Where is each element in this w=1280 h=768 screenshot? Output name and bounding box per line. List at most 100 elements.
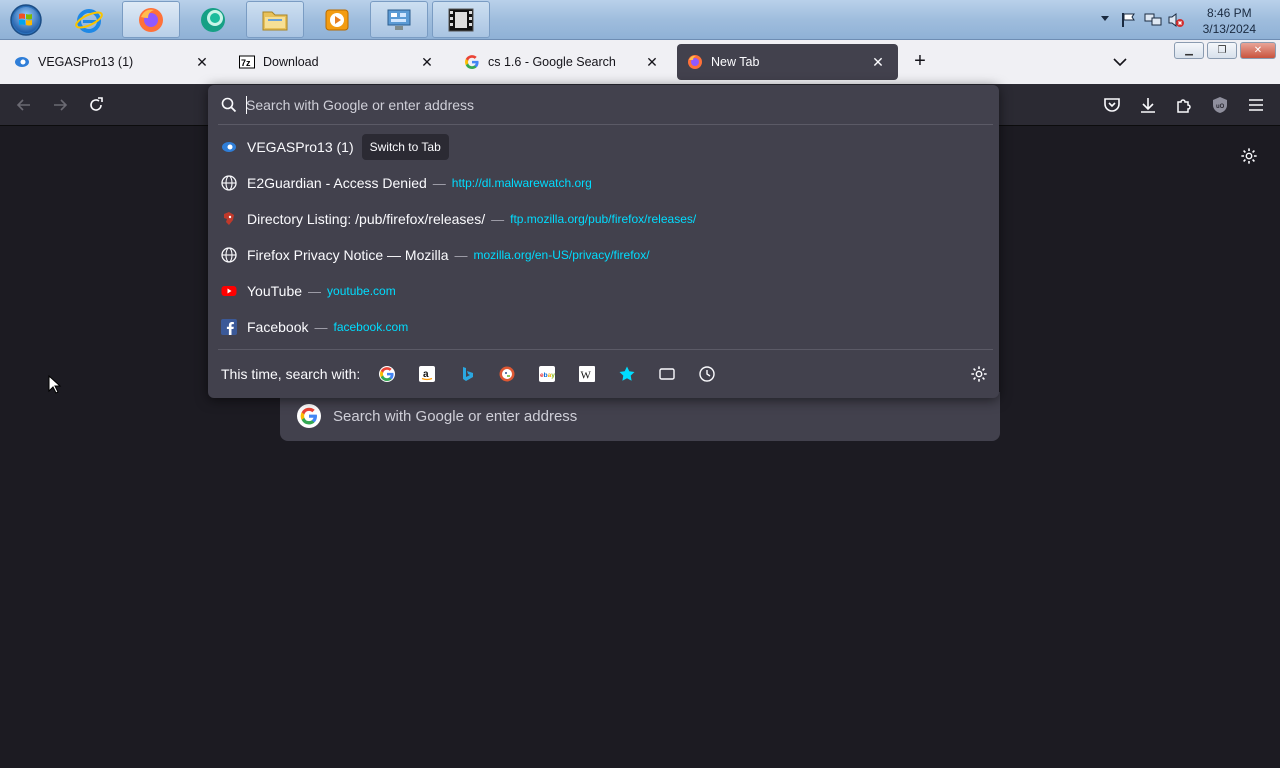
result-separator: — xyxy=(432,175,446,191)
tab-title: New Tab xyxy=(711,55,760,69)
tab-title: cs 1.6 - Google Search xyxy=(488,55,616,69)
tab-google-search[interactable]: cs 1.6 - Google Search ✕ xyxy=(454,44,672,80)
result-title: Directory Listing: /pub/firefox/releases… xyxy=(247,211,486,227)
result-title: YouTube xyxy=(247,283,303,299)
page-settings-gear-icon[interactable] xyxy=(1240,147,1258,165)
one-off-search-label: This time, search with: xyxy=(221,366,361,382)
search-settings-button[interactable] xyxy=(969,364,989,384)
forward-icon[interactable] xyxy=(50,95,70,115)
youtube-icon xyxy=(220,282,238,300)
tab-title: VEGASPro13 (1) xyxy=(38,55,134,69)
control-panel-icon xyxy=(387,9,411,30)
mozilla-icon xyxy=(220,210,238,228)
result-separator: — xyxy=(308,283,322,299)
result-separator: — xyxy=(314,319,328,335)
wikipedia-icon: W xyxy=(579,366,595,382)
downloads-icon[interactable] xyxy=(1138,95,1158,115)
taskbar-control-panel-button[interactable] xyxy=(370,1,428,38)
result-title: Firefox Privacy Notice — Mozilla xyxy=(247,247,449,263)
folder-icon xyxy=(262,11,288,30)
ublock-origin-icon[interactable]: uO xyxy=(1210,95,1230,115)
close-tab-icon[interactable]: ✕ xyxy=(192,54,212,71)
switch-to-tab-badge[interactable]: Switch to Tab xyxy=(361,134,449,160)
extensions-icon[interactable] xyxy=(1174,95,1194,115)
green-bubble-icon xyxy=(201,7,225,32)
taskbar-firefox-button[interactable] xyxy=(122,1,180,38)
result-row-directory-listing[interactable]: Directory Listing: /pub/firefox/releases… xyxy=(208,201,999,237)
engine-wikipedia-button[interactable]: W xyxy=(577,364,597,384)
film-strip-icon xyxy=(448,8,474,31)
result-row-e2guardian[interactable]: E2Guardian - Access Denied — http://dl.m… xyxy=(208,165,999,201)
taskbar-video-editor-button[interactable] xyxy=(432,1,490,38)
svg-text:7z: 7z xyxy=(241,58,251,68)
urlbar-dropdown: VEGASPro13 (1) Switch to Tab E2Guardian … xyxy=(208,85,999,398)
pocket-icon[interactable] xyxy=(1102,95,1122,115)
tab-title: Download xyxy=(263,55,319,69)
system-clock[interactable]: 8:46 PM 3/13/2024 xyxy=(1203,5,1256,37)
menu-hamburger-icon[interactable] xyxy=(1246,95,1266,115)
search-tabs-button[interactable] xyxy=(657,364,677,384)
engine-google-button[interactable] xyxy=(377,364,397,384)
engine-duckduckgo-button[interactable] xyxy=(497,364,517,384)
tab-download[interactable]: 7z Download ✕ xyxy=(229,44,447,80)
restore-button[interactable]: ❐ xyxy=(1207,42,1237,59)
amazon-icon: a xyxy=(419,366,435,382)
result-row-vegaspro13[interactable]: VEGASPro13 (1) Switch to Tab xyxy=(208,129,999,165)
taskbar-media-button[interactable] xyxy=(308,1,366,38)
result-row-privacy-notice[interactable]: Firefox Privacy Notice — Mozilla — mozil… xyxy=(208,237,999,273)
result-title: Facebook xyxy=(247,319,309,335)
divider xyxy=(218,349,993,350)
star-bookmark-icon xyxy=(619,366,635,381)
urlbar-input[interactable] xyxy=(246,95,976,115)
svg-text:W: W xyxy=(581,370,592,382)
close-tab-icon[interactable]: ✕ xyxy=(417,54,437,71)
engine-ebay-button[interactable]: ebay xyxy=(537,364,557,384)
back-icon[interactable] xyxy=(14,95,34,115)
close-window-button[interactable]: ✕ xyxy=(1240,42,1276,59)
vegas-icon xyxy=(220,138,238,156)
media-player-icon xyxy=(325,9,349,30)
urlbar xyxy=(208,85,999,125)
clock-date: 3/13/2024 xyxy=(1202,22,1256,36)
search-history-button[interactable] xyxy=(697,364,717,384)
globe-icon xyxy=(220,246,238,264)
search-icon xyxy=(221,97,237,113)
taskbar-ie-button[interactable] xyxy=(60,1,118,38)
list-all-tabs-icon[interactable] xyxy=(1110,52,1130,72)
engine-amazon-button[interactable]: a xyxy=(417,364,437,384)
network-icon[interactable] xyxy=(1144,12,1162,28)
action-center-flag-icon[interactable] xyxy=(1120,12,1136,28)
content-search-box[interactable]: Search with Google or enter address xyxy=(280,392,1000,441)
gear-icon xyxy=(971,366,987,382)
divider xyxy=(218,124,993,125)
volume-muted-icon[interactable] xyxy=(1168,12,1184,28)
tab-new-tab[interactable]: New Tab ✕ xyxy=(677,44,898,80)
windows-logo-icon xyxy=(10,4,42,36)
result-row-facebook[interactable]: Facebook — facebook.com xyxy=(208,309,999,345)
start-button[interactable] xyxy=(6,3,46,37)
taskbar-chat-button[interactable] xyxy=(184,1,242,38)
google-logo-icon xyxy=(297,404,321,428)
result-separator: — xyxy=(454,247,468,263)
tab-vegaspro13[interactable]: VEGASPro13 (1) ✕ xyxy=(4,44,222,80)
ebay-icon: ebay xyxy=(539,366,555,382)
taskbar-explorer-button[interactable] xyxy=(246,1,304,38)
engine-bing-button[interactable] xyxy=(457,364,477,384)
firefox-icon xyxy=(139,7,163,32)
clock-time: 8:46 PM xyxy=(1206,6,1252,20)
reload-icon[interactable] xyxy=(86,95,106,115)
vegas-icon xyxy=(14,54,30,70)
show-hidden-icons-icon[interactable] xyxy=(1100,15,1110,23)
result-url: http://dl.malwarewatch.org xyxy=(451,176,592,190)
duckduckgo-icon xyxy=(499,366,515,382)
result-row-youtube[interactable]: YouTube — youtube.com xyxy=(208,273,999,309)
tabs-icon xyxy=(659,368,675,380)
google-icon xyxy=(379,366,395,382)
close-tab-icon[interactable]: ✕ xyxy=(868,54,888,71)
close-tab-icon[interactable]: ✕ xyxy=(642,54,662,71)
text-caret xyxy=(246,96,247,114)
mouse-cursor-icon xyxy=(48,375,62,394)
new-tab-button[interactable]: + xyxy=(908,50,932,74)
search-bookmarks-button[interactable] xyxy=(617,364,637,384)
minimize-button[interactable]: ▁ xyxy=(1174,42,1204,59)
